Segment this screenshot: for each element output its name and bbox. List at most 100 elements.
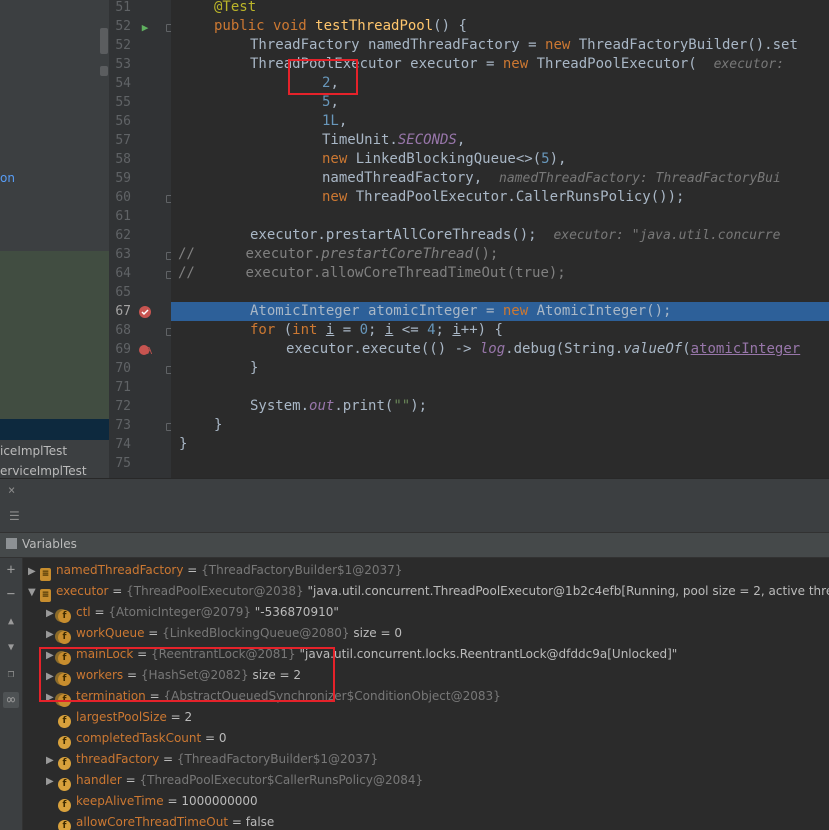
expand-arrow-icon[interactable]: ▶ xyxy=(46,750,58,771)
line-number: 61 xyxy=(115,209,131,224)
expand-arrow-icon[interactable]: ▶ xyxy=(46,624,58,645)
remove-icon[interactable]: − xyxy=(3,586,19,602)
line-number: 52 xyxy=(115,38,131,53)
line-number: 68 xyxy=(115,323,131,338)
tree-scrollbar-thumb-2[interactable] xyxy=(100,66,108,76)
field-icon: f xyxy=(58,631,71,644)
tree-item-service-test-2[interactable]: erviceImplTest xyxy=(0,464,87,478)
line-number: 74 xyxy=(115,437,131,452)
line-number: 72 xyxy=(115,399,131,414)
field-icon: f xyxy=(58,736,71,749)
line-number: 55 xyxy=(115,95,131,110)
up-icon[interactable]: ▲ xyxy=(3,614,19,630)
code-line-67: AtomicInteger atomicInteger = new Atomic… xyxy=(250,303,672,319)
line-number: 73 xyxy=(115,418,131,433)
layout-icon[interactable]: ☰ xyxy=(9,509,20,523)
code-line-51: @Test xyxy=(214,0,257,15)
line-number: 59 xyxy=(115,171,131,186)
inline-hint: executor: "java.util.concurre xyxy=(553,228,781,243)
breakpoint-icon[interactable] xyxy=(138,305,152,319)
variable-row[interactable]: f largestPoolSize = 2 xyxy=(46,707,192,728)
field-icon: f xyxy=(58,715,71,728)
tree-item-fragment[interactable]: on xyxy=(0,171,15,185)
run-test-icon[interactable]: ▶ xyxy=(138,21,152,35)
annotation-box-workers xyxy=(39,647,335,702)
code-line-68: for (int i = 0; i <= 4; i++) { xyxy=(250,322,503,338)
code-line-56: 5, xyxy=(322,94,339,110)
variable-row[interactable]: ▶ f handler = {ThreadPoolExecutor$CallerRu… xyxy=(46,770,423,791)
tree-item-service-test-1[interactable]: iceImplTest xyxy=(0,444,67,458)
variable-row[interactable]: ▶ ≡ namedThreadFactory = {ThreadFactoryBui… xyxy=(28,560,402,581)
expand-arrow-icon[interactable]: ▶ xyxy=(46,771,58,792)
code-line-59: new LinkedBlockingQueue<>(5), xyxy=(322,151,567,167)
line-number: 58 xyxy=(115,152,131,167)
variables-title: Variables xyxy=(22,537,77,551)
line-number: 75 xyxy=(115,456,131,471)
inline-hint: namedThreadFactory: ThreadFactoryBui xyxy=(499,171,781,186)
field-icon: f xyxy=(58,820,71,830)
add-watch-icon[interactable]: + xyxy=(3,562,19,578)
line-number: 63 xyxy=(115,247,131,262)
code-line-72: System.out.print(""); xyxy=(250,398,428,414)
debug-tool-header: × ☰ xyxy=(0,478,829,533)
code-line-70: } xyxy=(250,360,259,376)
line-number: 69 xyxy=(115,342,131,357)
line-number-current: 67 xyxy=(115,304,131,319)
local-variable-icon: ≡ xyxy=(40,568,51,581)
line-number: 60 xyxy=(115,190,131,205)
variable-row[interactable]: ▶ f threadFactory = {ThreadFactoryBuilder$… xyxy=(46,749,378,770)
code-line-61: new ThreadPoolExecutor.CallerRunsPolicy(… xyxy=(322,189,685,205)
lambda-breakpoint-icon[interactable]: λ xyxy=(138,343,153,357)
project-tree-fragment: on iceImplTest erviceImplTest xyxy=(0,0,109,478)
field-icon: f xyxy=(58,610,71,623)
field-icon: f xyxy=(58,757,71,770)
variables-side-toolbar: + − ▲ ▼ ❐ ∞ xyxy=(0,558,23,830)
line-number: 65 xyxy=(115,285,131,300)
code-line-58: TimeUnit.SECONDS, xyxy=(322,132,466,148)
code-line-63: executor.prestartAllCoreThreads(); execu… xyxy=(250,227,781,243)
code-line-52: public void testThreadPool() { xyxy=(214,18,467,34)
line-number: 62 xyxy=(115,228,131,243)
svg-text:λ: λ xyxy=(147,347,152,357)
field-icon: f xyxy=(58,799,71,812)
code-line-53: ThreadFactory namedThreadFactory = new T… xyxy=(250,37,798,53)
code-line-65: // executor.allowCoreThreadTimeOut(true)… xyxy=(178,265,566,281)
code-line-69: executor.execute(() -> log.debug(String.… xyxy=(286,341,801,357)
close-icon[interactable]: × xyxy=(8,483,15,497)
line-number: 56 xyxy=(115,114,131,129)
variable-row[interactable]: f allowCoreThreadTimeOut = false xyxy=(46,812,274,830)
line-number: 51 xyxy=(115,0,131,15)
down-icon[interactable]: ▼ xyxy=(3,640,19,656)
code-line-64: // executor.prestartCoreThread(); xyxy=(178,246,499,262)
code-editor[interactable]: @Test public void testThreadPool() { Thr… xyxy=(171,0,829,478)
editor-gutter: 51 52 53 54 55 56 57 58 59 60 61 62 63 6… xyxy=(109,0,171,478)
line-number: 52 xyxy=(115,19,131,34)
variables-icon xyxy=(6,538,17,549)
tree-selected-band xyxy=(0,419,109,440)
variable-row[interactable]: f keepAliveTime = 1000000000 xyxy=(46,791,258,812)
line-number: 64 xyxy=(115,266,131,281)
tree-scrollbar-thumb[interactable] xyxy=(100,28,108,54)
code-line-73: } xyxy=(214,417,223,433)
line-number: 57 xyxy=(115,133,131,148)
expand-arrow-icon[interactable]: ▶ xyxy=(28,561,40,582)
copy-icon[interactable]: ❐ xyxy=(3,666,19,682)
code-line-60: namedThreadFactory, namedThreadFactory: … xyxy=(322,170,781,186)
line-number: 70 xyxy=(115,361,131,376)
expand-arrow-icon[interactable]: ▶ xyxy=(46,603,58,624)
code-line-57: 1L, xyxy=(322,113,348,129)
annotation-box-core-pool-size xyxy=(288,59,358,95)
tree-highlight-band xyxy=(0,251,109,419)
variable-row[interactable]: f completedTaskCount = 0 xyxy=(46,728,227,749)
variables-header: Variables xyxy=(0,532,829,558)
variable-row[interactable]: ▶ f workQueue = {LinkedBlockingQueue@2080}… xyxy=(46,623,402,644)
line-number: 54 xyxy=(115,76,131,91)
collapse-arrow-icon[interactable]: ▼ xyxy=(28,582,40,603)
variable-row[interactable]: ▶ f ctl = {AtomicInteger@2079} "-536870910… xyxy=(46,602,339,623)
inline-hint: executor: xyxy=(713,57,792,72)
variable-row[interactable]: ▼ ≡ executor = {ThreadPoolExecutor@2038} "… xyxy=(28,581,829,602)
show-watches-icon[interactable]: ∞ xyxy=(3,692,19,708)
field-icon: f xyxy=(58,778,71,791)
line-number: 53 xyxy=(115,57,131,72)
local-variable-icon: ≡ xyxy=(40,589,51,602)
